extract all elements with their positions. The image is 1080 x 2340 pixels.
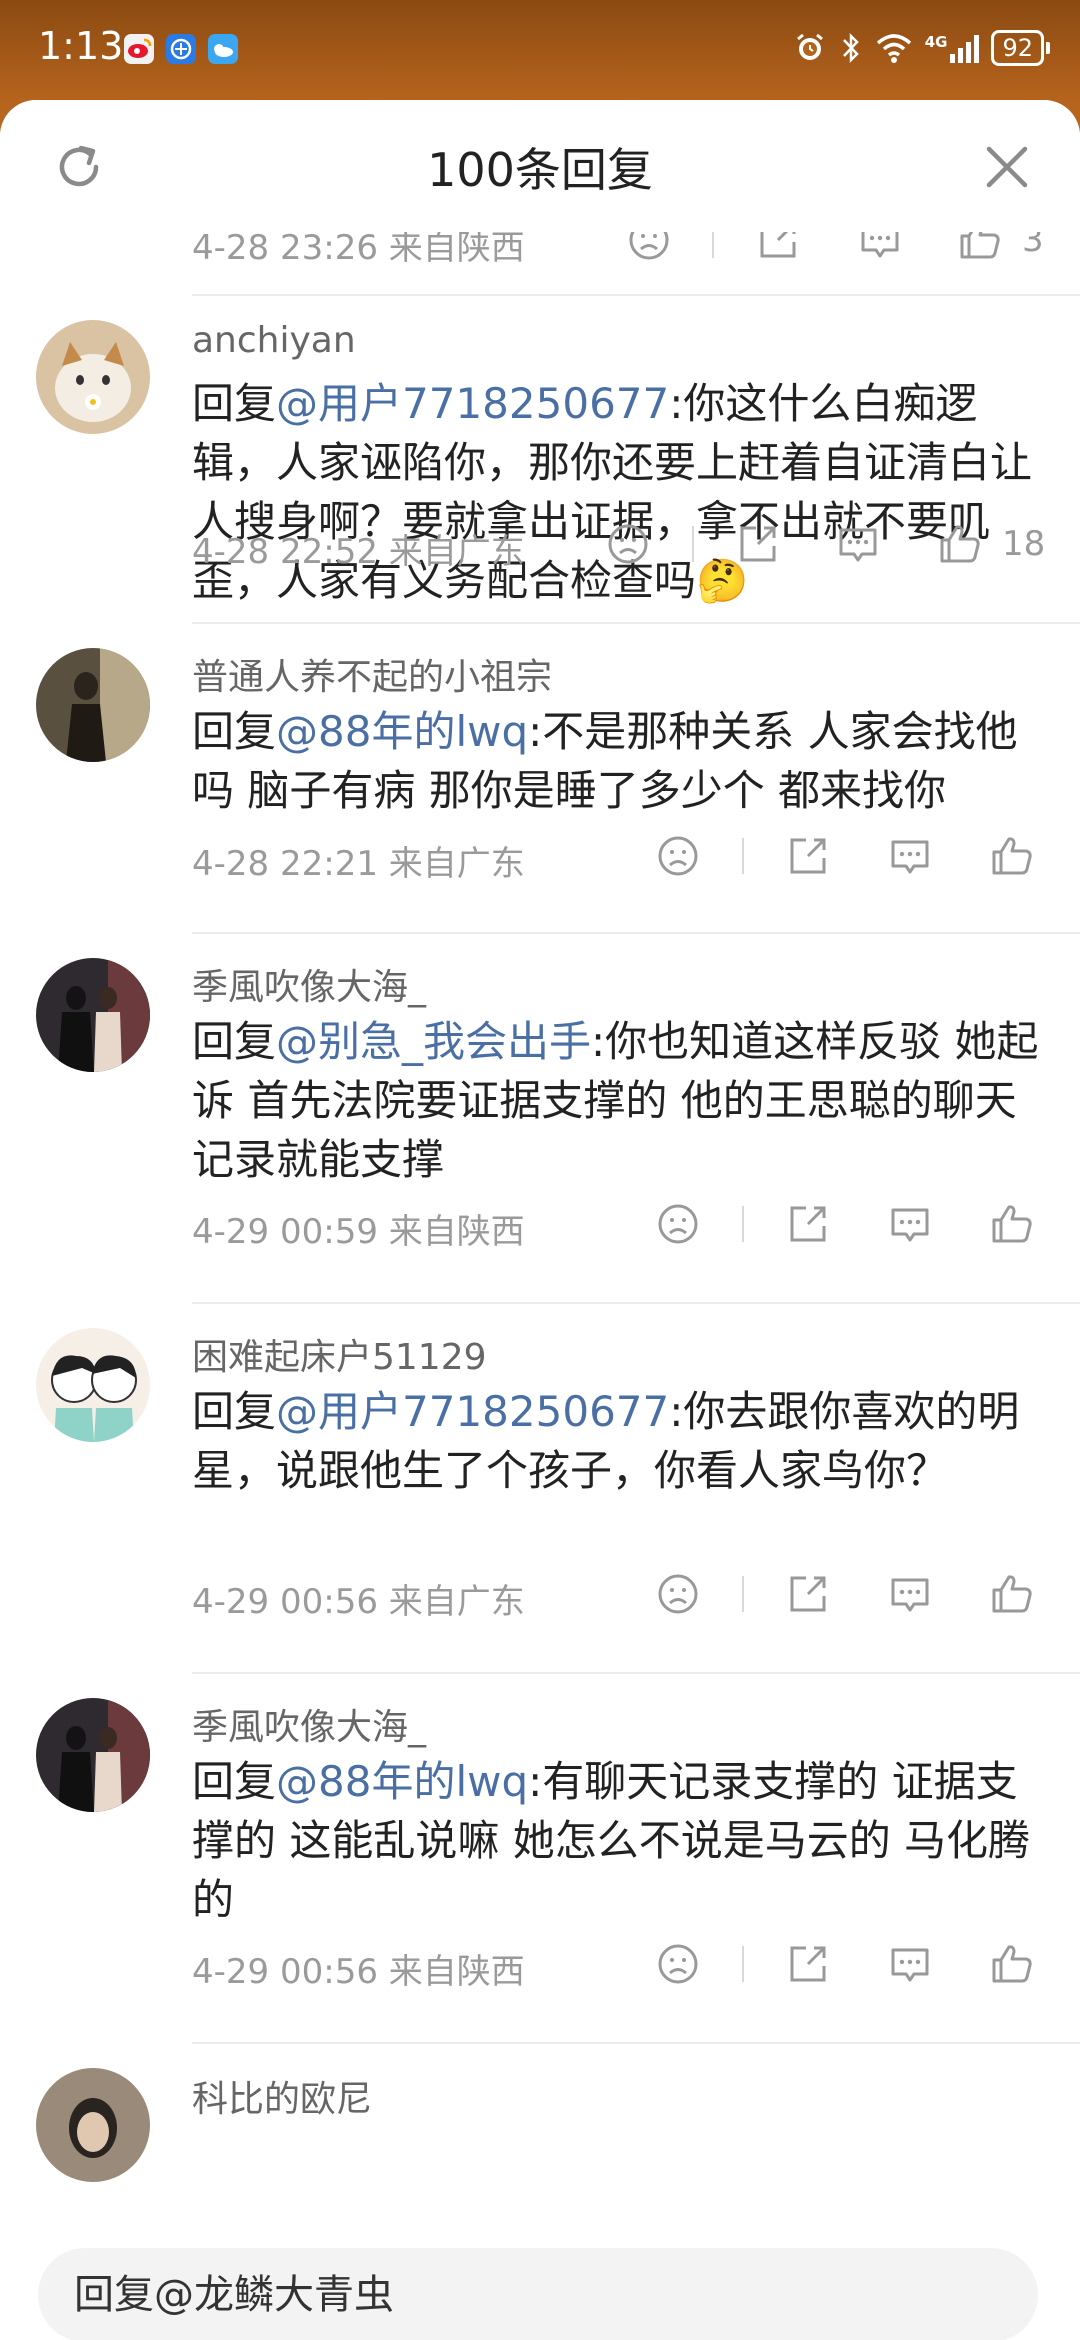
- comment-time: 4-29 00:56 来自广东: [192, 1582, 525, 1622]
- status-time: 1:13: [38, 24, 124, 68]
- comment-list: 4-28 23:26 来自陕西 3 anchiyan 回复@用户77182506…: [0, 232, 1080, 2302]
- share-icon[interactable]: [736, 522, 780, 566]
- network-type: 4G: [924, 33, 948, 51]
- mention-link[interactable]: @别急_我会出手: [276, 1017, 591, 1066]
- reply-prefix: 回复: [192, 707, 277, 756]
- like-icon[interactable]: [958, 232, 1002, 262]
- share-icon[interactable]: [786, 834, 830, 878]
- reply-bar: [0, 2226, 1080, 2340]
- meta-divider: [742, 1946, 744, 1982]
- comment-item: 季風吹像大海_ 回复@别急_我会出手:你也知道这样反驳 她起诉 首先法院要证据支…: [0, 934, 1080, 1302]
- username[interactable]: 季風吹像大海_: [192, 958, 426, 1010]
- wifi-icon: [876, 34, 911, 63]
- bluetooth-icon: [842, 32, 859, 64]
- comment-meta: 4-28 22:52 来自广东 18: [0, 510, 1080, 584]
- like-count: 3: [1022, 232, 1044, 260]
- comment-icon[interactable]: [888, 834, 932, 878]
- comment-meta: 4-29 00:56 来自广东: [0, 1560, 1080, 1634]
- comment-item: 困难起床户51129 回复@用户7718250677:你去跟你喜欢的明星，说跟他…: [0, 1304, 1080, 1672]
- meta-divider: [742, 838, 744, 874]
- like-icon[interactable]: [990, 1572, 1034, 1616]
- meta-divider: [742, 1576, 744, 1612]
- reply-prefix: 回复: [192, 1017, 277, 1066]
- comment-time: 4-28 23:26 来自陕西: [192, 232, 525, 268]
- dislike-icon[interactable]: [606, 522, 650, 566]
- comment-icon[interactable]: [836, 522, 880, 566]
- username[interactable]: 普通人养不起的小祖宗: [192, 648, 552, 700]
- like-icon[interactable]: [938, 522, 982, 566]
- reply-input[interactable]: [38, 2248, 1038, 2340]
- browser-notification-icon: [166, 34, 196, 64]
- comment-icon[interactable]: [888, 1572, 932, 1616]
- avatar[interactable]: [36, 1698, 150, 1812]
- avatar[interactable]: [36, 320, 150, 434]
- dislike-icon[interactable]: [656, 1202, 700, 1246]
- mention-link[interactable]: @用户7718250677: [276, 1387, 669, 1436]
- avatar[interactable]: [36, 1328, 150, 1442]
- sheet-header: 100条回复: [0, 100, 1080, 232]
- avatar[interactable]: [36, 2068, 150, 2182]
- comment-text: 回复@别急_我会出手:你也知道这样反驳 她起诉 首先法院要证据支撑的 他的王思聪…: [192, 1012, 1052, 1189]
- alarm-icon: [796, 33, 823, 60]
- share-icon[interactable]: [756, 232, 800, 262]
- like-icon[interactable]: [990, 1202, 1034, 1246]
- comment-meta: 4-28 23:26 来自陕西 3: [0, 232, 1080, 280]
- dislike-icon[interactable]: [656, 1942, 700, 1986]
- comment-text: 回复@88年的lwq:不是那种关系 人家会找他吗 脑子有病 那你是睡了多少个 都…: [192, 702, 1052, 820]
- dislike-icon[interactable]: [627, 232, 671, 262]
- avatar[interactable]: [36, 958, 150, 1072]
- comment-icon[interactable]: [888, 1942, 932, 1986]
- comment-meta: 4-28 22:21 来自广东: [0, 822, 1080, 896]
- weibo-notification-icon: [124, 34, 154, 64]
- comment-meta: 4-29 00:59 来自陕西: [0, 1190, 1080, 1264]
- close-icon[interactable]: [982, 142, 1032, 192]
- mention-link[interactable]: @88年的lwq: [276, 1757, 528, 1806]
- share-icon[interactable]: [786, 1942, 830, 1986]
- comment-icon[interactable]: [858, 232, 902, 262]
- username[interactable]: 季風吹像大海_: [192, 1698, 426, 1750]
- username[interactable]: 困难起床户51129: [192, 1328, 487, 1380]
- dislike-icon[interactable]: [656, 1572, 700, 1616]
- comment-meta: 4-29 00:56 来自陕西: [0, 1930, 1080, 2004]
- comment-item: 季風吹像大海_ 回复@88年的lwq:有聊天记录支撑的 证据支撑的 这能乱说嘛 …: [0, 1674, 1080, 2042]
- username[interactable]: anchiyan: [192, 320, 356, 361]
- replies-sheet: 100条回复 4-28 23:26 来自陕西 3 anchiyan 回复@用户7…: [0, 100, 1080, 2340]
- comment-icon[interactable]: [888, 1202, 932, 1246]
- weather-notification-icon: [208, 34, 238, 64]
- like-icon[interactable]: [990, 1942, 1034, 1986]
- comment-time: 4-28 22:52 来自广东: [192, 532, 525, 572]
- battery-icon: 92: [991, 30, 1050, 66]
- reply-prefix: 回复: [192, 1387, 277, 1436]
- status-bar: 1:13 4G 92: [0, 0, 1080, 100]
- reply-prefix: 回复: [192, 1757, 277, 1806]
- comment-item: anchiyan 回复@用户7718250677:你这什么白痴逻辑，人家诬陷你，…: [0, 296, 1080, 606]
- comment-time: 4-29 00:59 来自陕西: [192, 1212, 525, 1252]
- reply-prefix: 回复: [192, 379, 277, 428]
- avatar[interactable]: [36, 648, 150, 762]
- share-icon[interactable]: [786, 1572, 830, 1616]
- dislike-icon[interactable]: [656, 834, 700, 878]
- cellular-icon: 4G: [925, 33, 980, 63]
- comment-text: 回复@88年的lwq:有聊天记录支撑的 证据支撑的 这能乱说嘛 她怎么不说是马云…: [192, 1752, 1052, 1929]
- mention-link[interactable]: @用户7718250677: [276, 379, 669, 428]
- share-icon[interactable]: [786, 1202, 830, 1246]
- like-count: 18: [1002, 524, 1046, 564]
- meta-divider: [692, 526, 694, 562]
- sheet-title: 100条回复: [427, 143, 653, 197]
- comment-time: 4-28 22:21 来自广东: [192, 844, 525, 884]
- username[interactable]: 科比的欧尼: [192, 2070, 372, 2122]
- status-icons: 4G 92: [793, 28, 1050, 68]
- comment-text: 回复@用户7718250677:你去跟你喜欢的明星，说跟他生了个孩子，你看人家鸟…: [192, 1382, 1052, 1500]
- comment-item: 普通人养不起的小祖宗 回复@88年的lwq:不是那种关系 人家会找他吗 脑子有病…: [0, 624, 1080, 934]
- meta-divider: [712, 232, 714, 258]
- meta-divider: [742, 1206, 744, 1242]
- comment-time: 4-29 00:56 来自陕西: [192, 1952, 525, 1992]
- mention-link[interactable]: @88年的lwq: [276, 707, 528, 756]
- like-icon[interactable]: [990, 834, 1034, 878]
